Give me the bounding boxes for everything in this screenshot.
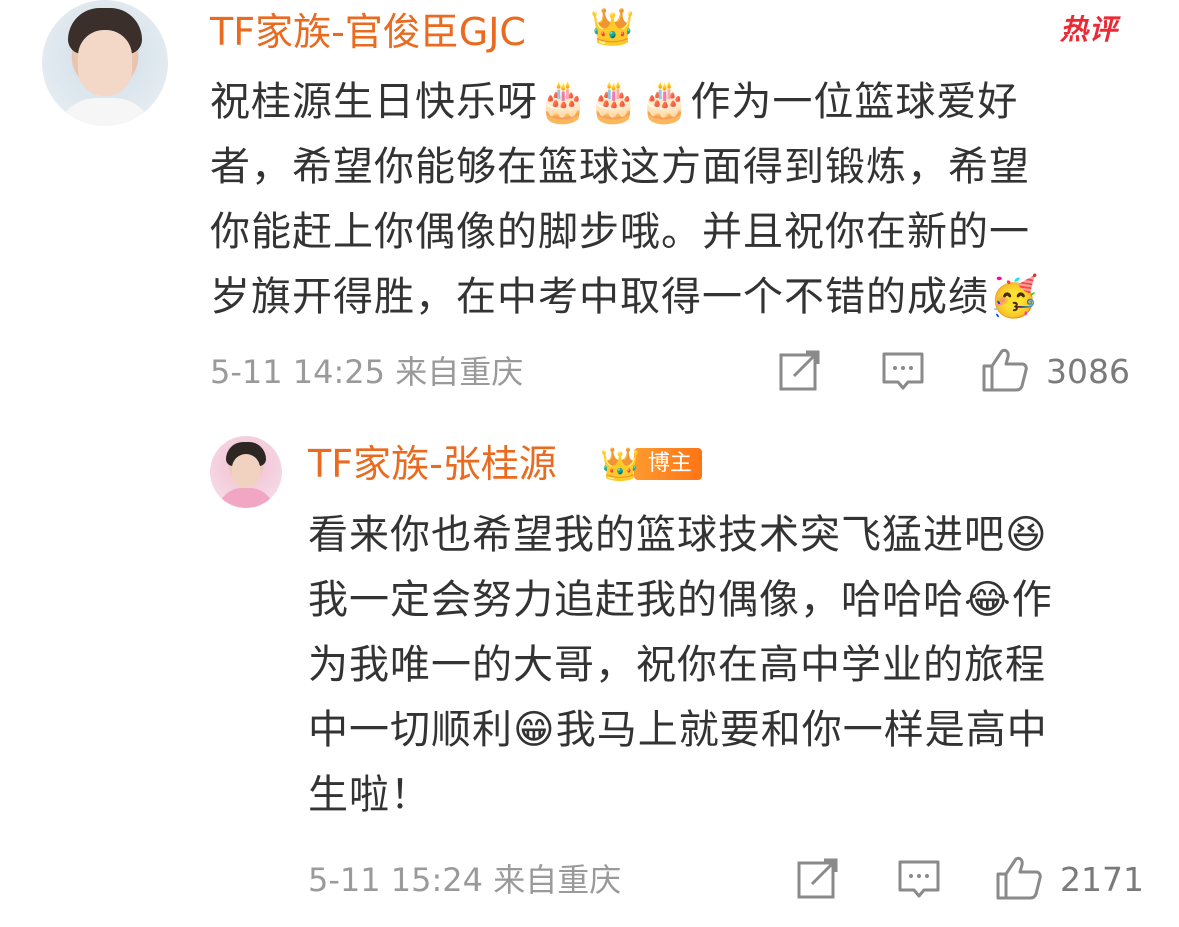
reply-line: 为我唯一的大哥，祝你在高中学业的旅程 xyxy=(308,642,1046,688)
reply-meta: 5-11 15:24 来自重庆 xyxy=(308,861,622,899)
commenter-avatar[interactable] xyxy=(42,0,168,126)
like-count: 2171 xyxy=(1060,860,1144,899)
comment-line: 者，希望你能够在篮球这方面得到锻炼，希望 xyxy=(210,144,1030,190)
comment-line: 岁旗开得胜，在中考中取得一个不错的成绩🥳 xyxy=(210,274,1040,320)
avatar-shirt xyxy=(218,488,274,508)
reply-line: 看来你也希望我的篮球技术突飞猛进吧😆 xyxy=(308,512,1048,558)
reply-line: 生啦！ xyxy=(308,772,431,818)
share-icon[interactable] xyxy=(796,858,840,900)
comment-line: 你能赶上你偶像的脚步哦。并且祝你在新的一 xyxy=(210,209,1030,255)
comment-text: 祝桂源生日快乐呀🎂🎂🎂作为一位篮球爱好 者，希望你能够在篮球这方面得到锻炼，希望… xyxy=(210,70,1130,330)
like-icon[interactable] xyxy=(982,348,1028,392)
blogger-badge: 👑 博主 xyxy=(600,445,702,483)
avatar-shirt xyxy=(56,98,154,126)
commenter-username[interactable]: TF家族-官俊臣GJC xyxy=(210,10,526,54)
blogger-avatar[interactable] xyxy=(210,436,282,508)
crown-icon: 👑 xyxy=(600,445,640,483)
like-icon[interactable] xyxy=(996,856,1042,900)
reply-line: 我一定会努力追赶我的偶像，哈哈哈😂作 xyxy=(308,577,1053,623)
comment-icon[interactable] xyxy=(898,860,940,900)
like-count: 3086 xyxy=(1046,352,1130,391)
reply-text: 看来你也希望我的篮球技术突飞猛进吧😆 我一定会努力追赶我的偶像，哈哈哈😂作 为我… xyxy=(308,503,1148,828)
avatar-face xyxy=(78,30,132,96)
comment-icon[interactable] xyxy=(882,352,924,392)
reply-line: 中一切顺利😁我马上就要和你一样是高中 xyxy=(308,707,1048,753)
blogger-username[interactable]: TF家族-张桂源 xyxy=(308,442,557,486)
comment-line: 祝桂源生日快乐呀🎂🎂🎂作为一位篮球爱好 xyxy=(210,79,1019,125)
blogger-tag: 博主 xyxy=(633,448,702,480)
share-icon[interactable] xyxy=(778,350,822,392)
crown-icon: 👑 xyxy=(590,7,635,48)
hot-comment-badge: 热评 xyxy=(1060,13,1119,46)
comment-meta: 5-11 14:25 来自重庆 xyxy=(210,353,524,391)
bottom-fade xyxy=(0,900,1179,927)
avatar-face xyxy=(232,454,260,488)
